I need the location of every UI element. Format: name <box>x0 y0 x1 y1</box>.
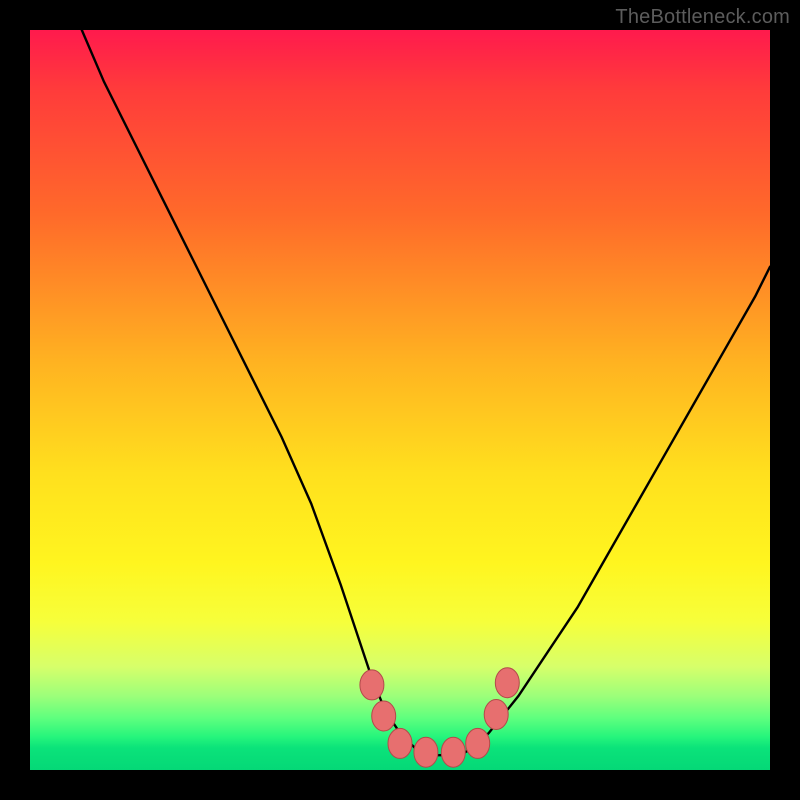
curve-marker <box>484 700 508 730</box>
bottleneck-curve <box>82 30 770 755</box>
curve-marker <box>466 728 490 758</box>
curve-marker <box>414 737 438 767</box>
curve-marker <box>441 737 465 767</box>
curve-marker <box>360 670 384 700</box>
marker-group <box>360 668 519 768</box>
chart-frame: TheBottleneck.com <box>0 0 800 800</box>
plot-area <box>30 30 770 770</box>
curve-marker <box>372 701 396 731</box>
curve-marker <box>388 728 412 758</box>
curve-layer <box>30 30 770 770</box>
curve-marker <box>495 668 519 698</box>
watermark-text: TheBottleneck.com <box>615 6 790 29</box>
